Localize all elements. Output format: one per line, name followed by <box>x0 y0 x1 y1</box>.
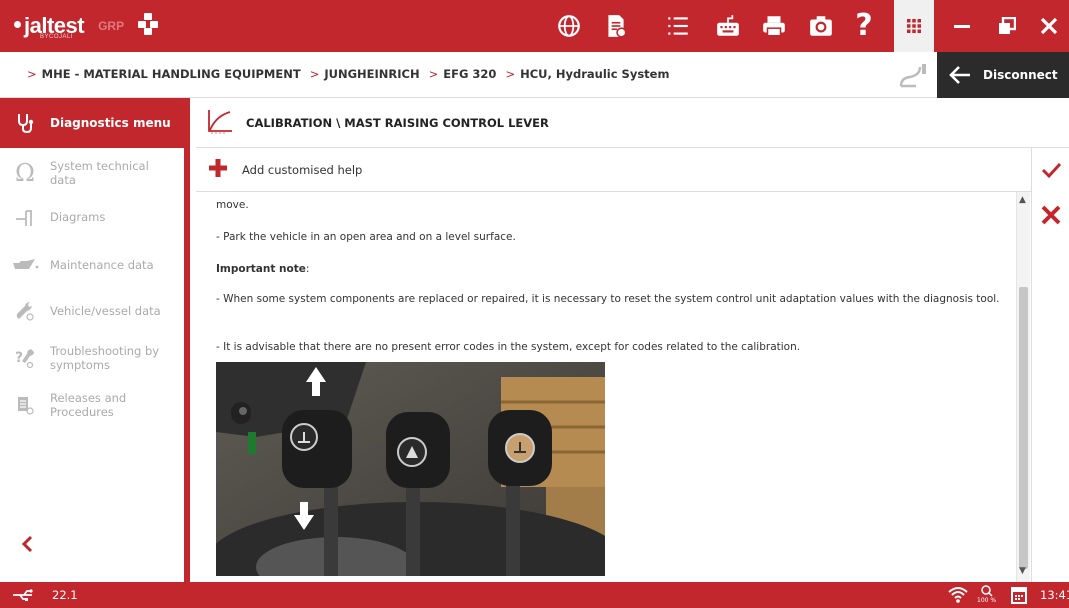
zoom-label: 100 % <box>977 597 997 604</box>
content-header: CALIBRATION \ MAST RAISING CONTROL LEVER <box>196 98 1069 148</box>
arrow-left-icon <box>949 66 970 84</box>
scroll-down-icon[interactable]: ▼ <box>1019 566 1026 576</box>
page-title: CALIBRATION \ MAST RAISING CONTROL LEVER <box>246 115 549 130</box>
control-levers-photo <box>216 362 605 576</box>
brand-grp: GRP <box>98 19 125 33</box>
sidebar-item-label: Maintenance data <box>50 258 154 272</box>
clock-time: 13:41 <box>1040 588 1069 602</box>
app-logo: jaltest BYCOJALI GRP <box>14 9 160 43</box>
breadcrumb-item[interactable]: EFG 320 <box>443 67 496 81</box>
printer-icon[interactable] <box>760 12 788 40</box>
sidebar-item-releases-procedures[interactable]: Releases and Procedures <box>0 382 184 428</box>
sidebar-item-vehicle-vessel-data[interactable]: Vehicle/vessel data <box>0 288 184 334</box>
important-note-label: Important note <box>216 263 306 275</box>
connection-signal-icon <box>899 64 926 88</box>
add-help-label: Add customised help <box>242 162 363 177</box>
plus-icon <box>208 158 228 182</box>
sidebar-item-label: Troubleshooting by symptoms <box>50 344 160 372</box>
sidebar-item-troubleshooting[interactable]: ? Troubleshooting by symptoms <box>0 335 184 381</box>
close-icon[interactable] <box>1026 0 1069 52</box>
diagram-icon <box>0 206 50 228</box>
content-scrollbar[interactable]: ▲ ▼ <box>1016 192 1030 582</box>
procedures-icon <box>0 394 50 416</box>
wifi-icon <box>948 587 968 603</box>
apps-grid-icon[interactable] <box>894 0 934 52</box>
instruction-text: - It is advisable that there are no pres… <box>216 341 801 353</box>
instructions-content: move. - Park the vehicle in an open area… <box>196 192 1016 582</box>
top-bar: jaltest BYCOJALI GRP ? <box>0 0 1069 52</box>
sidebar-item-diagnostics-menu[interactable]: Diagnostics menu <box>0 98 184 148</box>
calendar-icon[interactable] <box>1010 585 1028 605</box>
breadcrumb-item[interactable]: MHE - MATERIAL HANDLING EQUIPMENT <box>42 67 301 81</box>
chevron-left-icon[interactable] <box>20 535 34 557</box>
usb-icon <box>13 589 33 601</box>
sidebar-item-system-technical-data[interactable]: Ω System technical data <box>0 150 184 196</box>
disconnect-label: Disconnect <box>983 68 1058 82</box>
wrench-icon <box>0 300 50 322</box>
important-note-heading: Important note: <box>216 262 1001 276</box>
brand-sub: BYCOJALI <box>40 34 74 40</box>
sidebar-item-label: Vehicle/vessel data <box>50 304 161 318</box>
breadcrumb: > MHE - MATERIAL HANDLING EQUIPMENT > JUNG… <box>27 67 670 81</box>
restore-icon[interactable] <box>984 0 1029 52</box>
svg-text:?: ? <box>15 350 23 366</box>
minimize-icon[interactable] <box>939 0 984 52</box>
sidebar-item-diagrams[interactable]: Diagrams <box>0 194 184 240</box>
ohm-icon: Ω <box>15 159 35 187</box>
breadcrumb-item[interactable]: JUNGHEINRICH <box>324 67 419 81</box>
version-label: 22.1 <box>52 588 78 602</box>
scroll-up-icon[interactable]: ▲ <box>1019 195 1026 205</box>
confirm-check-icon[interactable] <box>1040 160 1062 184</box>
globe-icon[interactable] <box>555 12 583 40</box>
calibration-graph-icon <box>206 108 234 138</box>
scroll-thumb[interactable] <box>1019 287 1028 569</box>
troubleshoot-icon: ? <box>0 347 50 369</box>
help-icon[interactable]: ? <box>850 11 878 41</box>
instruction-text: move. <box>216 199 249 211</box>
document-icon[interactable] <box>602 12 630 40</box>
status-bar: 22.1 100 % 13:41 <box>0 582 1069 608</box>
cancel-x-icon[interactable] <box>1040 204 1062 230</box>
instruction-text: - Park the vehicle in an open area and o… <box>216 231 516 243</box>
instruction-text: - When some system components are replac… <box>216 293 1000 305</box>
sidebar-item-maintenance-data[interactable]: Maintenance data <box>0 242 184 288</box>
keyboard-icon[interactable] <box>714 12 742 40</box>
breadcrumb-item[interactable]: HCU, Hydraulic System <box>520 67 669 81</box>
sidebar-item-label: Diagnostics menu <box>50 116 171 130</box>
add-help-row[interactable]: Add customised help <box>196 148 1031 192</box>
sidebar-item-label: System technical data <box>50 159 149 187</box>
cubes-icon <box>136 12 160 40</box>
camera-icon[interactable] <box>807 12 835 40</box>
list-icon[interactable] <box>664 12 692 40</box>
disconnect-button[interactable]: Disconnect <box>937 52 1069 98</box>
sidebar-item-label: Diagrams <box>50 210 106 224</box>
stethoscope-icon <box>0 112 50 134</box>
sidebar: Diagnostics menu Ω System technical data… <box>0 98 190 582</box>
sidebar-item-label: Releases and Procedures <box>50 391 127 419</box>
action-bar <box>1031 148 1069 582</box>
oil-can-icon <box>0 257 50 273</box>
important-note-colon: : <box>305 263 310 275</box>
